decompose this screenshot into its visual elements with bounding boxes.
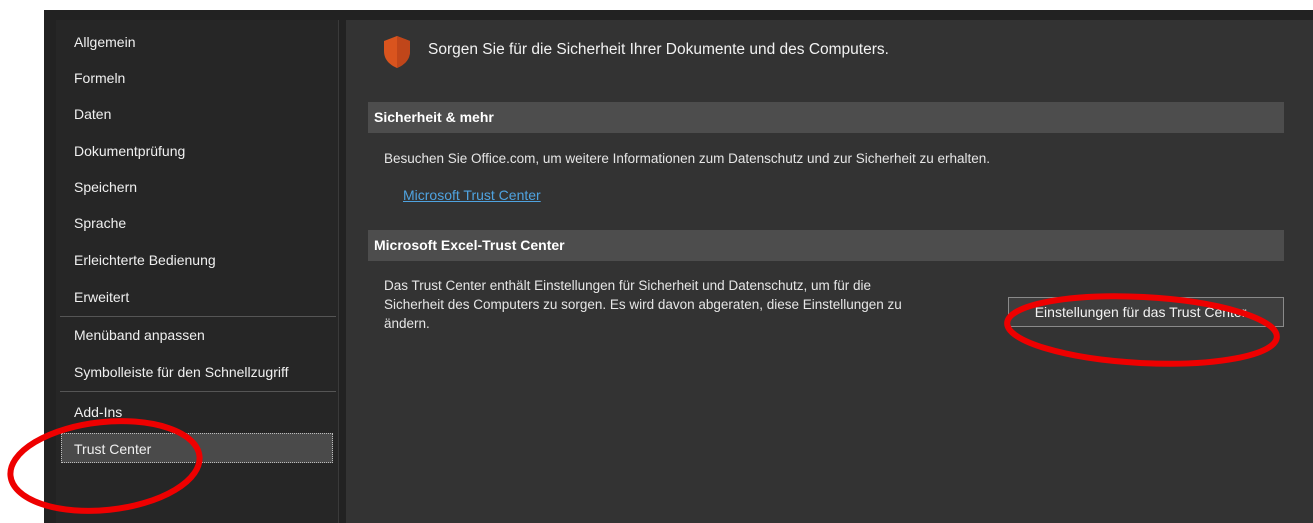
sidebar-item-erleichterte-bedienung[interactable]: Erleichterte Bedienung [62, 245, 334, 275]
shield-icon [384, 36, 410, 68]
sidebar-item-add-ins[interactable]: Add-Ins [62, 397, 334, 427]
sidebar-divider [60, 391, 336, 392]
section-header-sicherheit: Sicherheit & mehr [368, 102, 1284, 133]
sidebar-item-speichern[interactable]: Speichern [62, 172, 334, 202]
sidebar-item-allgemein[interactable]: Allgemein [62, 27, 334, 57]
sidebar-item-menueband-anpassen[interactable]: Menüband anpassen [62, 320, 334, 350]
text-line: Sicherheit des Computers zu sorgen. Es w… [384, 297, 902, 312]
sidebar-item-sprache[interactable]: Sprache [62, 208, 334, 238]
sidebar-item-erweitert[interactable]: Erweitert [62, 282, 334, 312]
sidebar-item-schnellzugriff[interactable]: Symbolleiste für den Schnellzugriff [62, 357, 334, 387]
trust-center-settings-button[interactable]: Einstellungen für das Trust Center... [1008, 297, 1284, 327]
sidebar-item-dokumentpruefung[interactable]: Dokumentprüfung [62, 136, 334, 166]
sidebar-item-daten[interactable]: Daten [62, 99, 334, 129]
sidebar-item-trust-center[interactable]: Trust Center [61, 433, 333, 463]
options-sidebar: Allgemein Formeln Daten Dokumentprüfung … [56, 20, 339, 523]
page-headline: Sorgen Sie für die Sicherheit Ihrer Doku… [428, 41, 889, 58]
main-panel: Sorgen Sie für die Sicherheit Ihrer Doku… [346, 20, 1313, 523]
text-line: Das Trust Center enthält Einstellungen f… [384, 278, 872, 293]
text-line: ändern. [384, 316, 430, 331]
section-text-sicherheit: Besuchen Sie Office.com, um weitere Info… [384, 151, 991, 166]
section-header-trust-center: Microsoft Excel-Trust Center [368, 230, 1284, 261]
section-text-trust-center: Das Trust Center enthält Einstellungen f… [384, 276, 1004, 333]
sidebar-divider [60, 316, 336, 317]
sidebar-item-formeln[interactable]: Formeln [62, 63, 334, 93]
microsoft-trust-center-link[interactable]: Microsoft Trust Center [403, 187, 541, 203]
